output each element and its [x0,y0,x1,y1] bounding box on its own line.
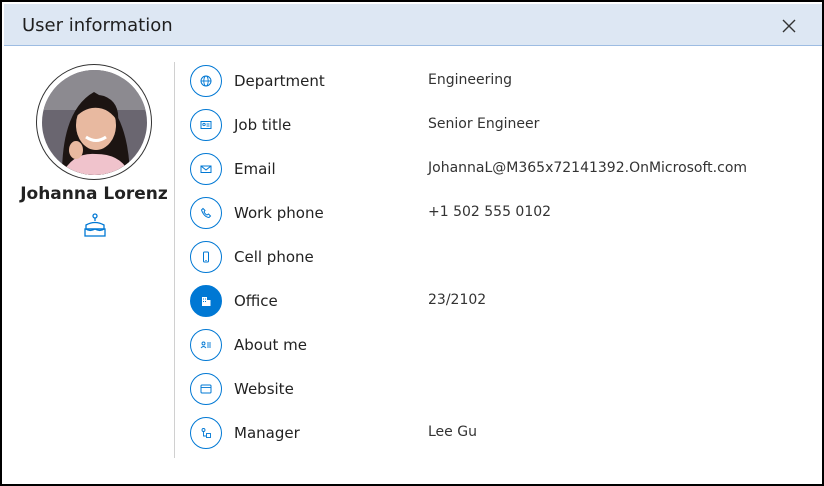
dialog-header: User information [4,4,822,46]
avatar [41,69,147,175]
cell-phone-label: Cell phone [234,248,314,266]
row-cell-phone: Cell phone [188,235,808,279]
about-me-label: About me [234,336,307,354]
row-department: Department Engineering [188,59,808,103]
row-office: Office 23/2102 [188,279,808,323]
work-phone-value[interactable]: +1 502 555 0102 [428,204,551,220]
close-icon[interactable] [780,17,798,35]
manager-label: Manager [234,424,300,442]
building-icon [190,285,222,317]
row-manager: Manager Lee Gu [188,411,808,455]
row-website: Website [188,367,808,411]
row-email: Email JohannaL@M365x72141392.OnMicrosoft… [188,147,808,191]
job-title-label: Job title [234,116,292,134]
browser-icon [190,373,222,405]
profile-pane: Johanna Lorenz [2,46,172,466]
person-name: Johanna Lorenz [20,184,168,204]
id-card-icon [190,109,222,141]
row-about-me: About me [188,323,808,367]
phone-icon [190,197,222,229]
manager-value[interactable]: Lee Gu [428,424,477,440]
user-information-dialog: User information Johanna Lorenz Departme… [0,0,824,486]
email-value[interactable]: JohannaL@M365x72141392.OnMicrosoft.com [428,160,747,176]
office-label: Office [234,292,278,310]
department-label: Department [234,72,325,90]
email-label: Email [234,160,276,178]
birthday-cake-icon [82,212,108,238]
website-label: Website [234,380,294,398]
row-work-phone: Work phone +1 502 555 0102 [188,191,808,235]
mobile-icon [190,241,222,273]
globe-icon [190,65,222,97]
office-value: 23/2102 [428,292,487,308]
row-job-title: Job title Senior Engineer [188,103,808,147]
mail-icon [190,153,222,185]
department-value: Engineering [428,72,512,88]
job-title-value: Senior Engineer [428,116,540,132]
dialog-title: User information [22,15,173,36]
work-phone-label: Work phone [234,204,324,222]
avatar-ring [36,64,152,180]
contact-card-icon [190,329,222,361]
pane-divider [174,62,175,458]
org-icon [190,417,222,449]
